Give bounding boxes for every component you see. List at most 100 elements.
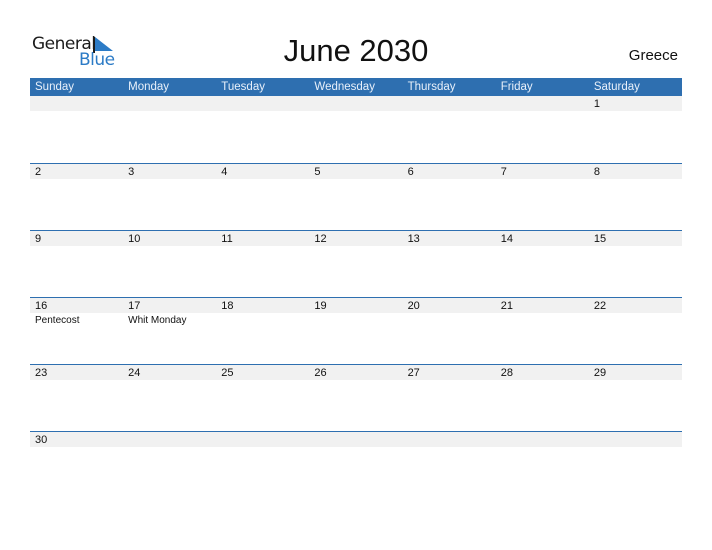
day-cell: 19 [309, 298, 403, 364]
day-band [309, 164, 403, 179]
day-cell: 20 [402, 298, 496, 364]
weeks-container: 1 2 3 4 5 6 7 8 9 10 11 12 13 14 15 16 Pentecost 17 Whit M… [30, 96, 682, 498]
day-cell: 4 [216, 164, 310, 230]
weekday-thursday: Thursday [407, 81, 456, 93]
day-cell [495, 432, 589, 498]
day-number: 19 [314, 300, 327, 312]
weekday-friday: Friday [500, 81, 533, 93]
day-number: 2 [35, 166, 42, 178]
day-band [402, 96, 496, 111]
day-band [402, 164, 496, 179]
calendar-grid: Sunday Monday Tuesday Wednesday Thursday… [30, 78, 682, 498]
day-cell: 21 [495, 298, 589, 364]
day-band [588, 432, 682, 447]
day-number: 8 [593, 166, 600, 178]
day-cell: 26 [309, 365, 403, 431]
week-row: 16 Pentecost 17 Whit Monday 18 19 20 21 22 [30, 297, 682, 364]
day-cell [30, 96, 124, 163]
day-cell: 22 [588, 298, 682, 364]
day-number: 14 [500, 233, 513, 245]
day-band [309, 96, 403, 111]
day-band [495, 164, 589, 179]
weekday-header: Sunday Monday Tuesday Wednesday Thursday… [30, 78, 682, 96]
day-cell [495, 96, 589, 163]
day-cell: 2 [30, 164, 124, 230]
day-number: 22 [593, 300, 607, 312]
day-number: 5 [314, 166, 321, 178]
day-band [216, 164, 310, 179]
day-number: 11 [221, 233, 233, 245]
day-cell: 18 [216, 298, 310, 364]
day-cell [216, 96, 310, 163]
day-cell: 13 [402, 231, 496, 297]
day-cell [309, 432, 403, 498]
day-cell: 16 Pentecost [30, 298, 124, 364]
day-cell: 8 [588, 164, 682, 230]
day-number: 21 [500, 300, 513, 312]
day-number: 3 [128, 166, 135, 178]
day-cell: 29 [588, 365, 682, 431]
day-cell [216, 432, 310, 498]
day-cell: 3 [123, 164, 217, 230]
day-cell: 17 Whit Monday [123, 298, 217, 364]
day-cell: 25 [216, 365, 310, 431]
day-number: 17 [128, 300, 141, 312]
day-number: 6 [407, 166, 414, 178]
day-number: 13 [407, 233, 420, 245]
weekday-wednesday: Wednesday [314, 81, 375, 93]
holiday-label: Pentecost [35, 315, 80, 326]
day-cell: 11 [216, 231, 310, 297]
day-number: 4 [221, 166, 228, 178]
week-row: 23 24 25 26 27 28 29 [30, 364, 682, 431]
day-cell [588, 432, 682, 498]
day-band [30, 231, 124, 246]
week-row: 9 10 11 12 13 14 15 [30, 230, 682, 297]
day-number: 20 [407, 300, 420, 312]
country-label: Greece [628, 47, 678, 64]
day-number: 28 [500, 367, 513, 379]
day-number: 7 [500, 166, 507, 178]
day-cell: 30 [30, 432, 124, 498]
day-number: 23 [35, 367, 48, 379]
day-cell: 12 [309, 231, 403, 297]
week-row: 1 [30, 96, 682, 163]
day-cell: 23 [30, 365, 124, 431]
holiday-label: Whit Monday [128, 315, 187, 326]
day-cell: 10 [123, 231, 217, 297]
day-cell: 9 [30, 231, 124, 297]
day-cell: 7 [495, 164, 589, 230]
calendar-title: June 2030 [283, 33, 429, 68]
day-number: 15 [593, 233, 607, 245]
week-row: 30 [30, 431, 682, 498]
day-number: 27 [407, 367, 420, 379]
week-row: 2 3 4 5 6 7 8 [30, 163, 682, 230]
day-band [495, 96, 589, 111]
day-cell: 14 [495, 231, 589, 297]
day-cell: 15 [588, 231, 682, 297]
day-cell [402, 96, 496, 163]
day-number: 24 [128, 367, 141, 379]
day-band [216, 432, 310, 447]
day-number: 16 [35, 300, 48, 312]
day-band [30, 96, 124, 111]
day-cell: 1 [588, 96, 682, 163]
day-number: 10 [128, 233, 141, 245]
day-band [123, 164, 217, 179]
weekday-saturday: Saturday [593, 81, 640, 93]
day-cell [309, 96, 403, 163]
day-number: 25 [221, 367, 234, 379]
day-cell: 5 [309, 164, 403, 230]
day-band [588, 96, 682, 111]
day-cell: 24 [123, 365, 217, 431]
day-number: 1 [593, 98, 600, 110]
day-band [123, 432, 217, 447]
day-cell: 6 [402, 164, 496, 230]
day-cell [123, 432, 217, 498]
day-band [123, 96, 217, 111]
day-number: 12 [314, 233, 327, 245]
day-number: 30 [35, 434, 48, 446]
day-band [30, 164, 124, 179]
weekday-monday: Monday [128, 81, 170, 93]
day-band [216, 96, 310, 111]
day-number: 26 [314, 367, 327, 379]
